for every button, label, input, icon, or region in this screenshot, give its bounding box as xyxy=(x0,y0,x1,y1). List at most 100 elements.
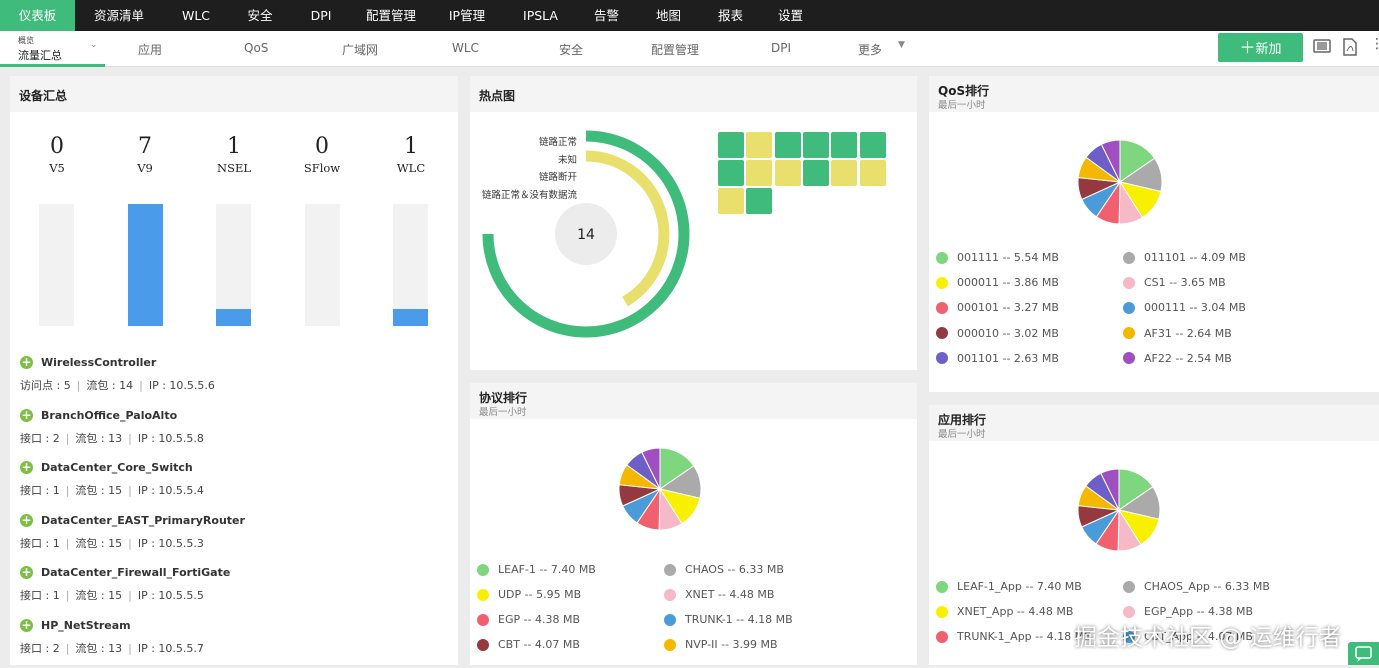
plus-circle-icon[interactable]: + xyxy=(20,461,33,474)
device-name[interactable]: DataCenter_EAST_PrimaryRouter xyxy=(41,514,245,527)
overview-label: 流量汇总 xyxy=(18,49,62,62)
device-item[interactable]: + DataCenter_EAST_PrimaryRouter 接口 : 1 | 流包 … xyxy=(20,514,245,551)
legend-item[interactable]: LEAF-1_App -- 7.40 MB xyxy=(936,580,1082,593)
legend-item[interactable]: 000101 -- 3.27 MB xyxy=(936,301,1059,314)
nav-alarms[interactable]: 告警 xyxy=(578,0,635,31)
chevron-down-icon[interactable]: ⌄ xyxy=(90,40,98,50)
chat-button[interactable] xyxy=(1348,642,1379,665)
heatmap-cell[interactable] xyxy=(718,132,744,158)
tab-application[interactable]: 应用 xyxy=(138,41,162,58)
heatmap-cell[interactable] xyxy=(774,132,801,158)
legend-label: EGP_App -- 4.38 MB xyxy=(1144,605,1254,618)
legend-item[interactable]: LEAF-1 -- 7.40 MB xyxy=(477,563,596,576)
legend-item[interactable]: 000111 -- 3.04 MB xyxy=(1123,301,1246,314)
tab-dpi[interactable]: DPI xyxy=(771,41,791,55)
top-nav: 仪表板 资源清单 WLC 安全 DPI 配置管理 IP管理 IPSLA 告警 地… xyxy=(0,0,1379,31)
legend-item[interactable]: TRUNK-1_App -- 4.18 MB xyxy=(936,630,1092,643)
device-name[interactable]: DataCenter_Core_Switch xyxy=(41,461,193,474)
heatmap-cell[interactable] xyxy=(746,188,773,214)
legend-item[interactable]: XNET_App -- 4.48 MB xyxy=(936,605,1073,618)
nav-wlc[interactable]: WLC xyxy=(163,0,229,31)
heatmap-cell[interactable] xyxy=(802,132,829,158)
heatmap-cell[interactable] xyxy=(802,160,829,186)
nav-ipsla[interactable]: IPSLA xyxy=(503,0,578,31)
nav-dashboard[interactable]: 仪表板 xyxy=(0,0,75,31)
legend-item[interactable]: UDP -- 5.95 MB xyxy=(477,588,581,601)
heatmap-cell[interactable] xyxy=(859,132,886,158)
legend-item[interactable]: CHAOS -- 6.33 MB xyxy=(664,563,784,576)
legend-item[interactable]: CBT -- 4.07 MB xyxy=(477,638,580,651)
plus-circle-icon[interactable]: + xyxy=(20,409,33,422)
device-name[interactable]: WirelessController xyxy=(41,356,156,369)
pdf-icon[interactable] xyxy=(1342,38,1358,60)
tab-more[interactable]: 更多 xyxy=(858,41,882,58)
device-item[interactable]: + BranchOffice_PaloAlto 接口 : 2 | 流包 : 13 | IP … xyxy=(20,409,204,446)
count-wlc[interactable]: 1 WLC xyxy=(381,134,441,175)
legend-item[interactable]: 000011 -- 3.86 MB xyxy=(936,276,1059,289)
plus-circle-icon[interactable]: + xyxy=(20,566,33,579)
device-item[interactable]: + HP_NetStream 接口 : 2 | 流包 : 13 | IP : 10.5.5.… xyxy=(20,619,204,656)
legend-item[interactable]: CHAOS_App -- 6.33 MB xyxy=(1123,580,1270,593)
legend-item[interactable]: 001111 -- 5.54 MB xyxy=(936,251,1059,264)
heatmap-cell[interactable] xyxy=(859,160,886,186)
plus-circle-icon[interactable]: + xyxy=(20,619,33,632)
legend-dot xyxy=(1123,301,1135,314)
device-item[interactable]: + DataCenter_Core_Switch 接口 : 1 | 流包 : 15 | IP… xyxy=(20,461,204,498)
nav-settings[interactable]: 设置 xyxy=(759,0,822,31)
legend-item[interactable]: AF31 -- 2.64 MB xyxy=(1123,327,1232,340)
legend-item[interactable]: EGP -- 4.38 MB xyxy=(477,613,580,626)
device-ip: IP : 10.5.5.5 xyxy=(137,589,204,602)
count-v5[interactable]: 0 V5 xyxy=(27,134,87,175)
chat-icon xyxy=(1355,646,1372,662)
heatmap-cell[interactable] xyxy=(746,132,773,158)
count-nsel[interactable]: 1 NSEL xyxy=(204,134,264,175)
device-item[interactable]: + WirelessController 访问点 : 5 | 流包 : 14 | IP : … xyxy=(20,356,215,393)
tab-security[interactable]: 安全 xyxy=(559,41,583,58)
more-tools-icon[interactable]: ⋮ xyxy=(1370,36,1379,52)
nav-reports[interactable]: 报表 xyxy=(702,0,759,31)
legend-item[interactable]: NVP-II -- 3.99 MB xyxy=(664,638,778,651)
tab-qos[interactable]: QoS xyxy=(244,41,268,55)
heatmap-cell[interactable] xyxy=(718,160,744,186)
legend-item[interactable]: XNET -- 4.48 MB xyxy=(664,588,774,601)
legend-item[interactable]: 001101 -- 2.63 MB xyxy=(936,352,1059,365)
plus-circle-icon[interactable]: + xyxy=(20,356,33,369)
nav-security[interactable]: 安全 xyxy=(229,0,291,31)
tab-overview[interactable]: 概览 流量汇总 ⌄ xyxy=(0,31,105,67)
device-name[interactable]: DataCenter_Firewall_FortiGate xyxy=(41,566,230,579)
nav-dpi[interactable]: DPI xyxy=(291,0,351,31)
legend-item[interactable]: TRUNK-1 -- 4.18 MB xyxy=(664,613,793,626)
device-item[interactable]: + DataCenter_Firewall_FortiGate 接口 : 1 | 流包 … xyxy=(20,566,230,603)
legend-item[interactable]: CS1 -- 3.65 MB xyxy=(1123,276,1226,289)
heatmap-cell[interactable] xyxy=(718,188,744,214)
heatmap-cell[interactable] xyxy=(831,160,858,186)
device-name[interactable]: HP_NetStream xyxy=(41,619,131,632)
legend-dot xyxy=(664,638,676,651)
nav-config[interactable]: 配置管理 xyxy=(351,0,431,31)
screen-icon[interactable] xyxy=(1312,38,1332,58)
tab-wlc[interactable]: WLC xyxy=(452,41,479,55)
count-sflow[interactable]: 0 SFlow xyxy=(292,134,352,175)
heatmap-cell[interactable] xyxy=(746,160,773,186)
more-chevron-icon[interactable]: ▼ xyxy=(898,40,905,50)
overview-small-label: 概览 xyxy=(18,36,34,45)
nav-inventory[interactable]: 资源清单 xyxy=(75,0,163,31)
heatmap-cell[interactable] xyxy=(774,160,801,186)
bar-sflow xyxy=(305,204,340,326)
nav-maps[interactable]: 地图 xyxy=(635,0,702,31)
plus-circle-icon[interactable]: + xyxy=(20,514,33,527)
tab-config[interactable]: 配置管理 xyxy=(651,41,699,58)
legend-item[interactable]: 011101 -- 4.09 MB xyxy=(1123,251,1246,264)
tab-wan[interactable]: 广域网 xyxy=(342,41,378,58)
heatmap-cell[interactable] xyxy=(831,132,858,158)
watermark-text: 掘金技术社区 @ 运维行者 xyxy=(1074,625,1342,651)
legend-item[interactable]: EGP_App -- 4.38 MB xyxy=(1123,605,1253,618)
add-button[interactable]: ＋新加 xyxy=(1218,33,1303,62)
nav-ipam[interactable]: IP管理 xyxy=(431,0,503,31)
count-v9[interactable]: 7 V9 xyxy=(115,134,175,175)
device-ip: IP : 10.5.5.4 xyxy=(137,484,204,497)
device-name[interactable]: BranchOffice_PaloAlto xyxy=(41,409,177,422)
legend-label: AF31 -- 2.64 MB xyxy=(1144,326,1232,340)
legend-item[interactable]: 000010 -- 3.02 MB xyxy=(936,327,1059,340)
legend-item[interactable]: AF22 -- 2.54 MB xyxy=(1123,352,1232,365)
